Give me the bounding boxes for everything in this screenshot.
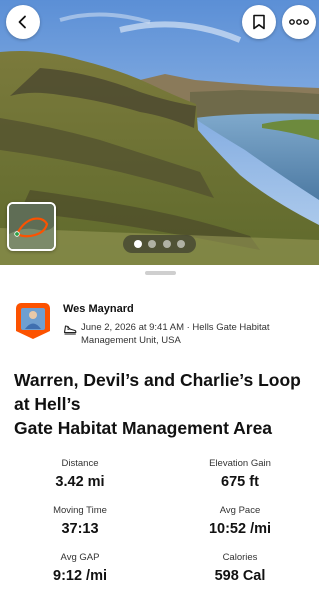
activity-photo[interactable] <box>0 0 319 265</box>
activity-title-line-2: at Hell’s <box>14 394 81 414</box>
photo-pager[interactable] <box>123 235 196 253</box>
sheet-grabber[interactable] <box>145 271 176 275</box>
activity-meta: June 2, 2026 at 9:41 AM · Hells Gate Hab… <box>63 321 308 347</box>
avatar-image <box>16 303 50 339</box>
stat-distance: Distance 3.42 mi <box>0 458 160 490</box>
activity-date-location: June 2, 2026 at 9:41 AM · Hells Gate Hab… <box>81 321 270 347</box>
activity-date-line: June 2, 2026 at 9:41 AM · Hells Gate Hab… <box>81 322 270 333</box>
bookmark-button[interactable] <box>242 5 276 39</box>
chevron-left-icon <box>18 15 26 29</box>
stat-label: Distance <box>61 458 99 469</box>
stat-value: 3.42 mi <box>55 474 105 490</box>
back-button[interactable] <box>6 5 40 39</box>
pager-dot-4[interactable] <box>177 240 186 248</box>
stat-label: Avg GAP <box>60 552 100 563</box>
pager-dot-3[interactable] <box>162 240 171 248</box>
activity-title-line-3: Gate Habitat Management Area <box>14 418 273 438</box>
stat-value: 37:13 <box>61 521 99 537</box>
more-horizontal-icon <box>289 19 309 25</box>
stat-label: Avg Pace <box>219 505 261 516</box>
stat-value: 10:52 /mi <box>208 521 272 537</box>
activity-location-line: Management Unit, USA <box>81 335 181 346</box>
stat-value: 675 ft <box>221 474 259 490</box>
stat-label: Elevation Gain <box>209 458 271 469</box>
activity-title: Warren, Devil’s and Charlie’s Loop at He… <box>14 368 309 440</box>
stat-label: Moving Time <box>53 505 107 516</box>
stat-moving-time: Moving Time 37:13 <box>0 505 160 537</box>
stat-value: 598 Cal <box>214 568 266 584</box>
bookmark-icon <box>253 14 265 30</box>
stat-value: 9:12 /mi <box>53 568 107 584</box>
activity-title-line-1: Warren, Devil’s and Charlie’s Loop <box>14 370 301 390</box>
stat-avg-gap: Avg GAP 9:12 /mi <box>0 552 160 584</box>
stat-label: Calories <box>222 552 258 563</box>
stat-elevation-gain: Elevation Gain 675 ft <box>160 458 320 490</box>
shoe-icon <box>63 325 77 335</box>
route-map-thumbnail[interactable] <box>7 202 56 251</box>
more-options-button[interactable] <box>282 5 316 39</box>
pager-dot-2[interactable] <box>148 240 157 248</box>
stat-calories: Calories 598 Cal <box>160 552 320 584</box>
stat-avg-pace: Avg Pace 10:52 /mi <box>160 505 320 537</box>
avatar[interactable] <box>16 303 50 339</box>
route-map-image <box>9 204 54 249</box>
pager-dot-1[interactable] <box>133 240 142 248</box>
activity-detail-sheet: Wes Maynard June 2, 2026 at 9:41 AM · He… <box>0 265 319 602</box>
athlete-name[interactable]: Wes Maynard <box>63 303 134 315</box>
